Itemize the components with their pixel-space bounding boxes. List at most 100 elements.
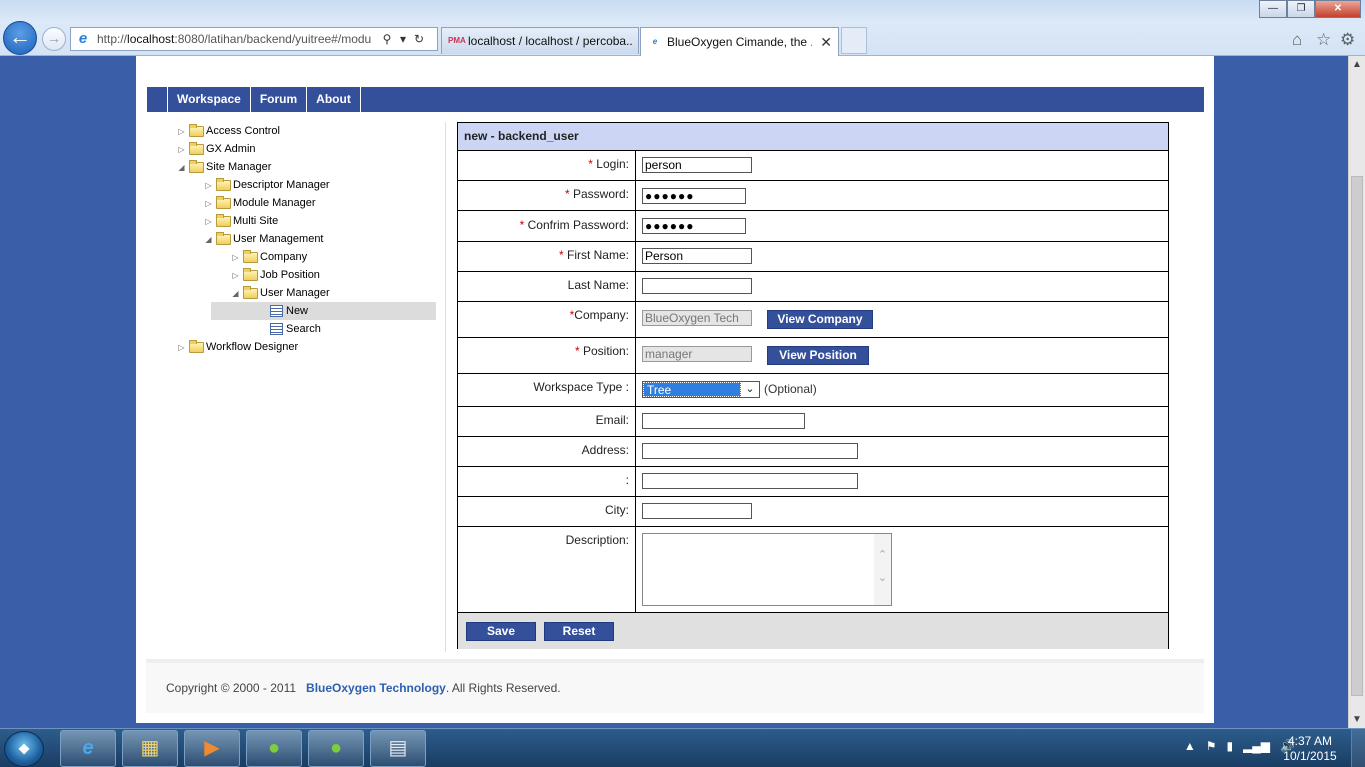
- minimize-button[interactable]: —: [1259, 0, 1287, 18]
- required-mark: *: [564, 187, 570, 201]
- save-button[interactable]: Save: [466, 621, 536, 641]
- taskbar-explorer[interactable]: ▦: [122, 730, 178, 767]
- folder-icon: [216, 195, 231, 209]
- nav-forum[interactable]: Forum: [249, 87, 308, 112]
- city-input[interactable]: [642, 503, 752, 519]
- favorites-star-icon[interactable]: ☆: [1316, 30, 1331, 50]
- confirm-password-input[interactable]: ●●●●●●: [642, 218, 746, 234]
- description-textarea[interactable]: ⌃ ⌄: [642, 533, 892, 606]
- login-input[interactable]: [642, 157, 752, 173]
- address-input[interactable]: [642, 443, 858, 459]
- collapse-icon[interactable]: ◢: [176, 163, 187, 172]
- dropdown-arrow-icon[interactable]: ▾: [395, 32, 411, 46]
- windows-logo-icon: ❖: [17, 741, 31, 757]
- last-name-input[interactable]: [642, 278, 752, 294]
- expand-icon[interactable]: ▷: [230, 253, 241, 262]
- expand-icon[interactable]: ▷: [203, 181, 214, 190]
- tree-item-label: Search: [286, 323, 321, 335]
- expand-icon[interactable]: ▷: [203, 217, 214, 226]
- back-arrow-icon: ←: [9, 24, 31, 49]
- workspace-type-select[interactable]: Tree ⌄: [642, 381, 760, 398]
- address2-input[interactable]: [642, 473, 858, 489]
- search-icon[interactable]: ⚲: [379, 32, 395, 46]
- tree-item[interactable]: ▷ Descriptor Manager: [176, 176, 476, 194]
- tree-item[interactable]: ▷ Access Control: [176, 122, 476, 140]
- folder-icon: ▦: [140, 737, 160, 759]
- copyright: Copyright © 2000 - 2011 BlueOxygen Techn…: [166, 681, 561, 695]
- refresh-icon[interactable]: ↻: [411, 32, 427, 46]
- nav-about[interactable]: About: [306, 87, 361, 112]
- gear-icon[interactable]: ⚙: [1340, 30, 1355, 50]
- password-input[interactable]: ●●●●●●: [642, 188, 746, 204]
- battery-icon[interactable]: ▮: [1226, 739, 1233, 753]
- workspace-type-value: Tree: [643, 382, 741, 397]
- folder-icon: [243, 285, 258, 299]
- tree-item[interactable]: ◢ User Management: [176, 230, 476, 248]
- collapse-icon[interactable]: ◢: [203, 235, 214, 244]
- tree-item[interactable]: ▷ Job Position: [176, 266, 476, 284]
- flag-icon[interactable]: ⚑: [1206, 739, 1217, 753]
- email-field[interactable]: [642, 413, 805, 429]
- expand-icon[interactable]: ▷: [176, 145, 187, 154]
- company-link[interactable]: BlueOxygen Technology: [306, 681, 446, 695]
- expand-icon[interactable]: ▷: [203, 199, 214, 208]
- scroll-up-icon[interactable]: ▲: [1349, 56, 1365, 73]
- tree-item-label: User Management: [233, 233, 324, 245]
- taskbar-ie[interactable]: e: [60, 730, 116, 767]
- new-tab-button[interactable]: [841, 27, 867, 54]
- tree-item[interactable]: ◢ User Manager: [176, 284, 476, 302]
- copyright-text: Copyright © 2000 - 2011: [166, 681, 297, 695]
- show-desktop-button[interactable]: [1351, 729, 1365, 767]
- city-label: City:: [605, 503, 629, 517]
- tree-item[interactable]: Search: [176, 320, 476, 338]
- forward-arrow-icon: →: [47, 30, 61, 46]
- tree-item-label: Job Position: [260, 269, 320, 281]
- tree-item[interactable]: ▷ Workflow Designer: [176, 338, 476, 356]
- page-viewport: Workspace Forum About ▷ Access Control ▷ GX…: [0, 56, 1348, 728]
- address-bar[interactable]: e http://localhost:8080/latihan/backend/…: [70, 27, 438, 51]
- maximize-button[interactable]: ❐: [1287, 0, 1315, 18]
- media-player-icon: ▶: [204, 737, 220, 759]
- taskbar-app-3[interactable]: ▤: [370, 730, 426, 767]
- tab-blueoxygen[interactable]: e BlueOxygen Cimande, the ... ✕: [640, 27, 839, 56]
- expand-icon[interactable]: ▷: [230, 271, 241, 280]
- close-window-button[interactable]: ✕: [1315, 0, 1361, 18]
- app-logo-icon: ●: [267, 737, 281, 759]
- close-tab-icon[interactable]: ✕: [820, 34, 832, 51]
- back-button[interactable]: ←: [3, 21, 37, 55]
- tree-item[interactable]: ▷ Module Manager: [176, 194, 476, 212]
- tree-item[interactable]: ▷ Multi Site: [176, 212, 476, 230]
- folder-icon: [216, 177, 231, 191]
- start-button[interactable]: ❖: [4, 731, 44, 767]
- tree-item[interactable]: ◢ Site Manager: [176, 158, 476, 176]
- tree-item-label: Site Manager: [206, 161, 272, 173]
- view-company-button[interactable]: View Company: [767, 310, 873, 329]
- forward-button[interactable]: →: [42, 27, 66, 51]
- scroll-down-icon[interactable]: ▼: [1349, 711, 1365, 728]
- signal-icon[interactable]: ▂▄▆: [1243, 739, 1270, 753]
- home-icon[interactable]: ⌂: [1292, 30, 1302, 50]
- collapse-icon[interactable]: ◢: [230, 289, 241, 298]
- clock-time: 4:37 AM: [1287, 734, 1333, 748]
- expand-icon[interactable]: ▷: [176, 127, 187, 136]
- url-text[interactable]: http://localhost:8080/latihan/backend/yu…: [97, 32, 379, 46]
- view-position-button[interactable]: View Position: [767, 346, 869, 365]
- taskbar-app-1[interactable]: ●: [246, 730, 302, 767]
- taskbar-app-2[interactable]: ●: [308, 730, 364, 767]
- expand-icon[interactable]: ▷: [176, 343, 187, 352]
- taskbar-clock[interactable]: 4:37 AM 10/1/2015: [1275, 734, 1345, 764]
- first-name-input[interactable]: [642, 248, 752, 264]
- reset-button[interactable]: Reset: [544, 621, 614, 641]
- tree-item[interactable]: New: [176, 302, 476, 320]
- page-scrollbar[interactable]: ▲ ▼: [1348, 56, 1365, 728]
- password-row: * Password: ●●●●●●: [458, 181, 1168, 211]
- show-hidden-icons-icon[interactable]: ▲: [1184, 739, 1196, 753]
- page-icon: [270, 305, 283, 317]
- textarea-scrollbar[interactable]: ⌃ ⌄: [874, 534, 891, 605]
- nav-workspace[interactable]: Workspace: [167, 87, 251, 112]
- scrollbar-thumb[interactable]: [1351, 176, 1363, 696]
- tree-item[interactable]: ▷ Company: [176, 248, 476, 266]
- tree-item[interactable]: ▷ GX Admin: [176, 140, 476, 158]
- taskbar-media-player[interactable]: ▶: [184, 730, 240, 767]
- tab-phpmyadmin[interactable]: PMA localhost / localhost / percoba...: [441, 27, 639, 54]
